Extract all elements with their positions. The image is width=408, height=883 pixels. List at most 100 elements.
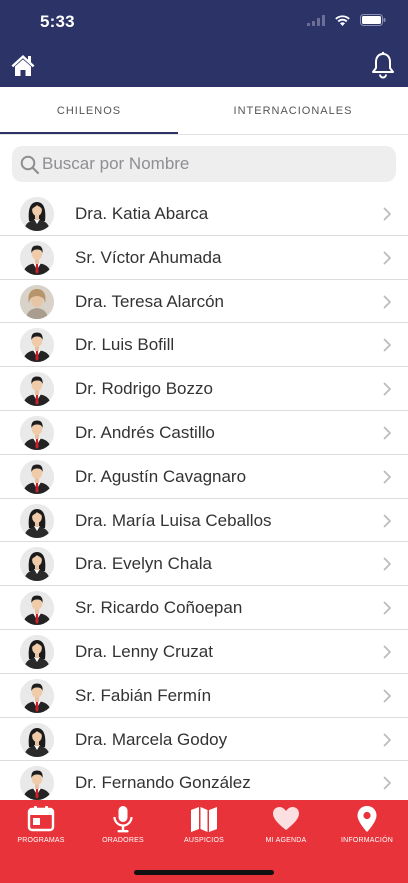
speaker-name: Dra. Lenny Cruzat xyxy=(75,641,213,661)
chevron-right-icon xyxy=(383,251,391,265)
speaker-name: Dra. Evelyn Chala xyxy=(75,554,213,574)
avatar xyxy=(20,328,54,363)
battery-icon xyxy=(360,14,386,26)
speaker-row[interactable]: Dra. Teresa Alarcón xyxy=(0,280,408,324)
male-avatar-icon xyxy=(20,678,54,713)
male-avatar-icon xyxy=(20,328,54,363)
calendar-icon xyxy=(27,806,55,832)
home-indicator xyxy=(134,870,274,875)
speaker-row[interactable]: Dr. Andrés Castillo xyxy=(0,411,408,455)
chevron-right-icon xyxy=(383,338,391,352)
search-input[interactable] xyxy=(42,146,382,182)
segment-tabs: CHILENOS INTERNACIONALES xyxy=(0,87,408,135)
female-avatar-icon xyxy=(20,634,54,669)
home-button[interactable] xyxy=(10,52,36,78)
avatar xyxy=(20,284,54,319)
chevron-right-icon xyxy=(383,557,391,571)
speaker-row[interactable]: Dra. Lenny Cruzat xyxy=(0,630,408,674)
male-avatar-icon xyxy=(20,372,54,407)
microphone-icon xyxy=(113,806,133,833)
tabbar-label: INFORMACIÓN xyxy=(341,837,393,844)
avatar xyxy=(20,240,54,275)
chevron-right-icon xyxy=(383,689,391,703)
search-icon xyxy=(20,155,40,175)
female-avatar-icon xyxy=(20,503,54,538)
avatar xyxy=(20,634,54,669)
speaker-name: Dra. Katia Abarca xyxy=(75,204,209,223)
speaker-row[interactable]: Sr. Víctor Ahumada xyxy=(0,236,408,280)
status-time: 5:33 xyxy=(40,12,75,31)
avatar xyxy=(20,372,54,407)
male-avatar-icon xyxy=(20,240,54,275)
speaker-name: Dr. Andrés Castillo xyxy=(75,422,215,442)
bell-icon xyxy=(372,51,394,79)
avatar xyxy=(20,503,54,538)
avatar xyxy=(20,678,54,713)
chevron-right-icon xyxy=(383,514,391,527)
notifications-button[interactable] xyxy=(370,51,396,79)
home-icon xyxy=(11,55,35,76)
location-pin-icon xyxy=(357,806,377,832)
male-avatar-icon xyxy=(20,415,54,450)
avatar xyxy=(20,547,54,582)
tabbar-label: AUSPICIOS xyxy=(184,837,224,844)
tab-chilenos[interactable]: CHILENOS xyxy=(0,87,178,135)
speaker-row[interactable]: Dra. Evelyn Chala xyxy=(0,542,408,587)
chevron-right-icon xyxy=(383,470,391,484)
speaker-row[interactable]: Dra. Katia Abarca xyxy=(0,192,408,236)
speaker-list: Dra. Katia Abarca Sr. Víctor Ahumada Dra. … xyxy=(0,192,408,800)
tabbar-item-informacion[interactable]: INFORMACIÓN xyxy=(326,805,408,844)
chevron-right-icon xyxy=(383,207,391,221)
avatar xyxy=(20,459,54,494)
top-bar: 5:33 xyxy=(0,0,408,87)
chevron-right-icon xyxy=(383,601,391,615)
chevron-right-icon xyxy=(383,645,391,659)
speaker-name: Dr. Agustín Cavagnaro xyxy=(75,466,247,486)
speaker-row[interactable]: Dr. Agustín Cavagnaro xyxy=(0,455,408,499)
speaker-name: Dra. María Luisa Ceballos xyxy=(75,510,272,530)
speaker-name: Dra. Teresa Alarcón xyxy=(75,291,224,311)
avatar xyxy=(20,722,54,757)
signal-icon xyxy=(307,14,325,26)
heart-icon xyxy=(273,807,299,830)
chevron-right-icon xyxy=(383,295,391,308)
avatar xyxy=(20,766,54,800)
tabbar-label: MI AGENDA xyxy=(265,837,307,844)
profile-photo xyxy=(20,284,54,319)
tabbar-item-oradores[interactable]: ORADORES xyxy=(82,805,164,844)
avatar xyxy=(20,591,54,626)
speaker-row[interactable]: Sr. Ricardo Coñoepan xyxy=(0,586,408,630)
female-avatar-icon xyxy=(20,547,54,582)
tab-internacionales[interactable]: INTERNACIONALES xyxy=(178,87,408,135)
tabbar-item-auspicios[interactable]: AUSPICIOS xyxy=(163,805,245,844)
female-avatar-icon xyxy=(20,197,54,231)
male-avatar-icon xyxy=(20,591,54,626)
speaker-row[interactable]: Dra. María Luisa Ceballos xyxy=(0,499,408,543)
speaker-name: Sr. Ricardo Coñoepan xyxy=(75,598,243,618)
female-avatar-icon xyxy=(20,722,54,757)
tabbar-item-programas[interactable]: PROGRAMAS xyxy=(0,805,82,844)
avatar xyxy=(20,415,54,450)
speaker-name: Sr. Víctor Ahumada xyxy=(75,247,222,267)
speaker-name: Dra. Marcela Godoy xyxy=(75,729,228,749)
chevron-right-icon xyxy=(383,382,391,396)
map-icon xyxy=(191,807,217,832)
speaker-row[interactable]: Dra. Marcela Godoy xyxy=(0,718,408,762)
speaker-row[interactable]: Sr. Fabián Fermín xyxy=(0,674,408,718)
search-bar xyxy=(12,146,396,182)
tabbar-label: ORADORES xyxy=(102,837,144,844)
chevron-right-icon xyxy=(383,776,391,790)
avatar xyxy=(20,197,54,231)
speaker-row[interactable]: Dr. Luis Bofill xyxy=(0,323,408,368)
chevron-right-icon xyxy=(383,733,391,746)
tabbar-item-mi-agenda[interactable]: MI AGENDA xyxy=(245,805,327,844)
speaker-name: Dr. Fernando González xyxy=(75,773,251,793)
status-icons xyxy=(307,14,386,26)
speaker-name: Dr. Luis Bofill xyxy=(75,335,175,355)
speaker-name: Dr. Rodrigo Bozzo xyxy=(75,379,213,399)
selected-tab-indicator xyxy=(0,132,178,134)
chevron-right-icon xyxy=(383,426,391,440)
speaker-row[interactable]: Dr. Rodrigo Bozzo xyxy=(0,367,408,411)
male-avatar-icon xyxy=(20,766,54,800)
speaker-row[interactable]: Dr. Fernando González xyxy=(0,761,408,800)
